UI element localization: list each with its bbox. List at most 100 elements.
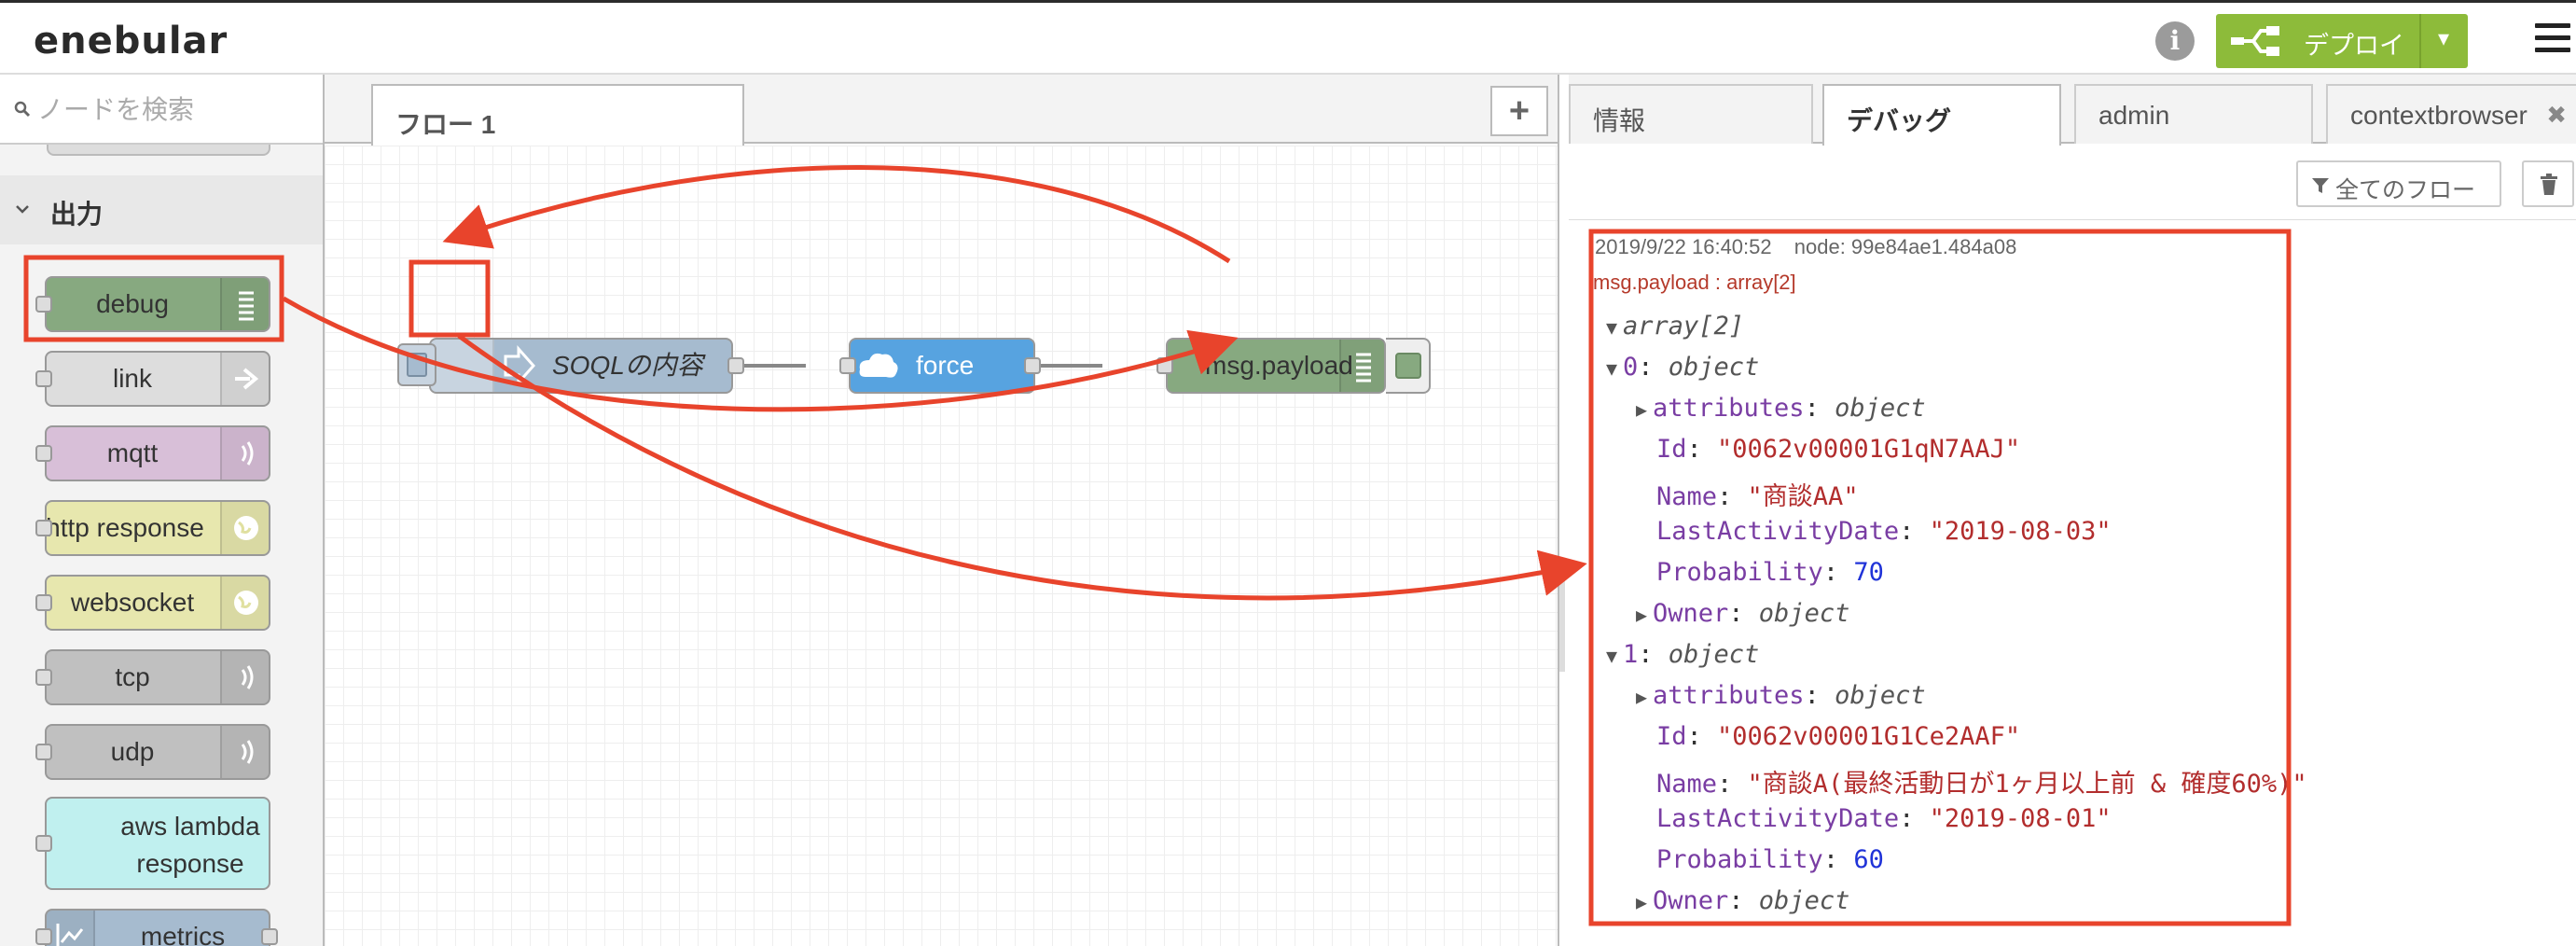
tree-value: 60 [1853,845,1884,874]
search-input[interactable] [37,91,308,129]
deploy-button[interactable]: デプロイ ▾ [2216,14,2468,68]
tree-key: LastActivityDate [1656,804,1900,833]
palette-node-udp[interactable]: udp [45,724,270,780]
chevron-down-icon [16,205,29,214]
palette-node-websocket[interactable]: websocket [45,575,270,631]
input-port[interactable] [35,296,52,313]
tree-key: Id [1656,435,1687,464]
add-flow-button[interactable]: + [1490,86,1548,136]
chart-icon [47,911,95,946]
palette-node-aws-lambda-response[interactable]: aws lambda response [45,797,270,890]
tree-key: Name [1656,482,1718,511]
palette-node-mqtt[interactable]: mqtt [45,425,270,481]
flow-node-label: msg.payload [1205,351,1353,380]
hamburger-menu-icon[interactable] [2535,23,2570,55]
cloud-icon [859,353,898,378]
label-line-2: response [136,849,244,878]
debug-node-id[interactable]: node: 99e84ae1.484a08 [1794,235,2017,258]
sidebar-resize-handle[interactable] [1559,560,1565,672]
palette-node-http-response[interactable]: http response [45,500,270,556]
output-port[interactable] [727,357,744,374]
tree-key: Id [1656,722,1687,751]
palette-node-tcp[interactable]: tcp [45,649,270,705]
bridge-icon [220,427,269,480]
category-label: 出力 [50,200,104,229]
tree-row-attributes[interactable]: ▶ attributes: object [1636,394,1926,423]
input-port[interactable] [35,669,52,686]
tree-row-item-0[interactable]: ▼ 0: object [1606,353,1759,382]
input-port[interactable] [839,357,856,374]
flow-node-msg-payload[interactable]: msg.payload [1166,338,1386,394]
tab-label: contextbrowser [2350,101,2528,130]
globe-icon [220,577,269,629]
flow-canvas[interactable]: SOQLの内容 force msg.payload [325,146,1558,946]
palette-node-metrics[interactable]: metrics [45,909,270,946]
link-out-icon [220,353,269,405]
header: enebular i デプロイ ▾ [0,0,2576,75]
input-port[interactable] [35,594,52,611]
info-icon[interactable]: i [2155,21,2195,61]
tree-key: Owner [1653,886,1729,915]
caret-down-icon: ▼ [1606,645,1618,667]
input-port[interactable] [1156,357,1173,374]
input-port[interactable] [35,370,52,387]
debug-toggle-button[interactable] [1386,338,1431,394]
search-icon [14,101,31,118]
tree-row-item-1[interactable]: ▼ 1: object [1606,640,1759,669]
tree-key: Probability [1656,845,1823,874]
clear-log-button[interactable] [2522,160,2574,207]
inject-trigger-area[interactable] [431,340,494,392]
tree-row-probability: Probability: 60 [1656,845,1884,874]
tab-flow-1[interactable]: フロー 1 [371,84,744,146]
output-port[interactable] [261,928,278,945]
tree-key: 1 [1623,640,1639,669]
input-port[interactable] [35,928,52,945]
tree-value: "商談AA" [1747,482,1859,511]
close-icon[interactable]: ✖ [2546,101,2567,130]
tab-debug[interactable]: デバッグ [1822,84,2061,146]
filter-icon [2312,178,2329,193]
deploy-separator [2419,14,2421,68]
tab-info[interactable]: 情報 [1569,84,1813,144]
input-port[interactable] [35,520,52,536]
tree-value: 70 [1853,558,1884,587]
deploy-menu-caret-icon[interactable]: ▾ [2438,25,2449,52]
inject-button[interactable] [397,343,436,386]
flow-wires [737,364,1102,368]
trash-icon [2541,174,2557,195]
tree-value: "2019-08-03" [1929,517,2112,546]
caret-right-icon: ▶ [1636,398,1648,421]
tree-row-owner[interactable]: ▶ Owner: object [1636,599,1849,628]
tree-value: "0062v00001G1qN7AAJ" [1717,435,2021,464]
palette-node-label: metrics [140,922,226,946]
input-port[interactable] [35,835,52,852]
deploy-label: デプロイ [2304,32,2404,60]
palette-node-label: mqtt [106,438,159,467]
tree-value: "0062v00001G1Ce2AAF" [1717,722,2021,751]
palette-node-link[interactable]: link [45,351,270,407]
flow-workspace: フロー 1 + SOQLの内容 force msg.payload [325,75,1558,946]
tree-type: object [1758,886,1850,915]
tab-admin[interactable]: admin [2074,84,2313,144]
tree-type: object [1835,394,1926,423]
input-port[interactable] [35,445,52,462]
flow-node-force[interactable]: force [849,338,1035,394]
tree-row-name: Name: "商談A(最終活動日が1ヶ月以上前 & 確度60%)" [1656,770,2307,799]
caret-right-icon: ▶ [1636,686,1648,708]
tab-contextbrowser[interactable]: contextbrowser ✖ [2326,84,2576,144]
category-header-output[interactable]: 出力 [0,175,323,244]
palette-node-debug[interactable]: debug [45,276,270,332]
globe-icon [220,502,269,554]
node-palette: 出力 debug link mqtt http response [0,75,325,946]
palette-node-label: link [112,364,152,393]
input-port[interactable] [35,744,52,760]
filter-flows-button[interactable]: 全てのフロー [2296,160,2501,207]
tree-row-attributes[interactable]: ▶ attributes: object [1636,681,1926,710]
tree-value: "2019-08-01" [1929,804,2112,833]
tree-type: array[2] [1623,312,1745,341]
tree-row-owner[interactable]: ▶ Owner: object [1636,886,1849,915]
flow-node-inject[interactable]: SOQLの内容 [429,338,733,394]
tree-key: Probability [1656,558,1823,587]
output-port[interactable] [1024,357,1041,374]
tree-row-root[interactable]: ▼ array[2] [1606,312,1744,341]
